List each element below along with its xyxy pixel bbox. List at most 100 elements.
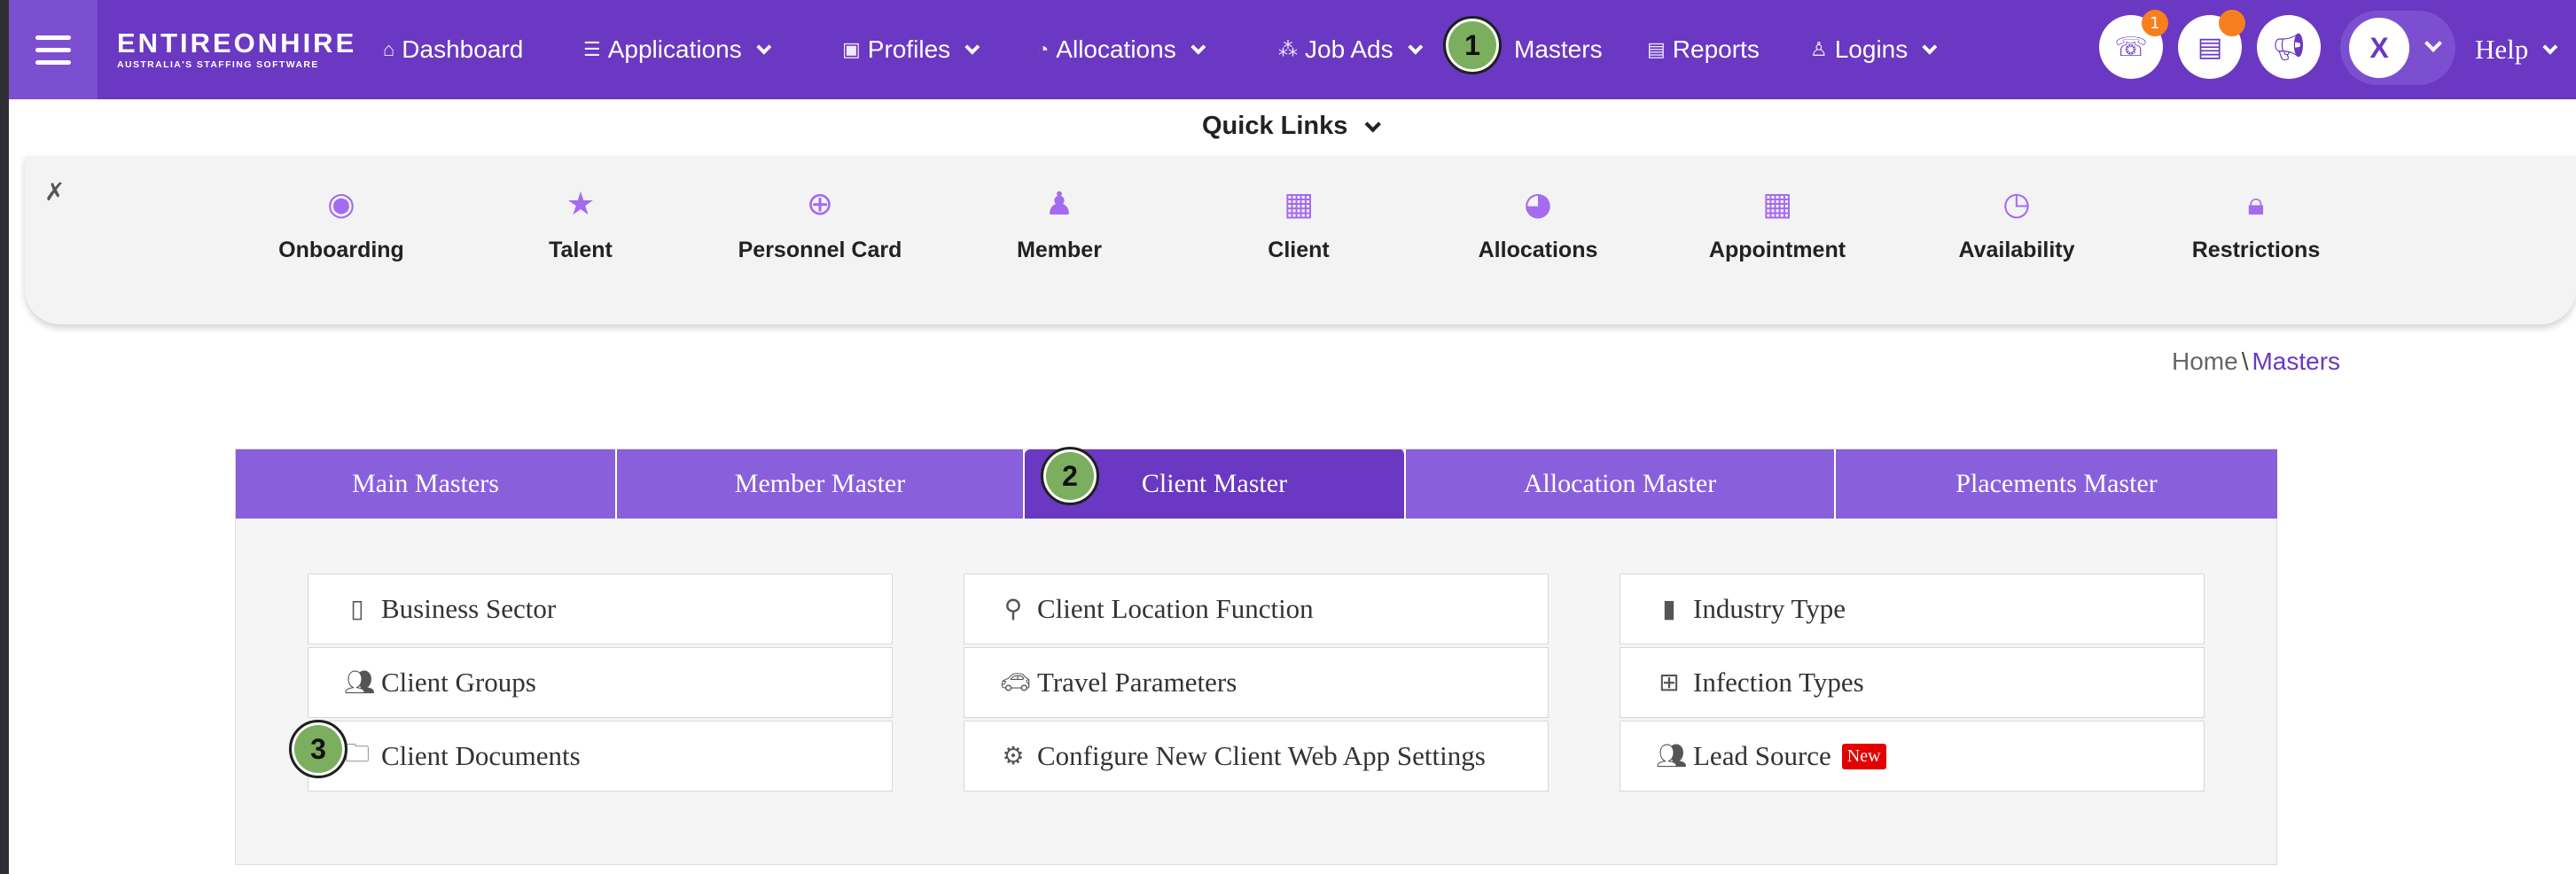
step-marker-2: 2 <box>1041 447 1099 505</box>
master-item-label: Infection Types <box>1693 667 1864 698</box>
quick-link-onboarding[interactable]: ◉ Onboarding <box>230 186 452 263</box>
master-item-label: Industry Type <box>1693 593 1846 624</box>
list-icon: ☰ <box>583 38 601 60</box>
quick-link-talent[interactable]: ★ Talent <box>470 186 691 263</box>
lock-icon: 🔒︎ <box>2247 186 2265 222</box>
breadcrumb-home[interactable]: Home <box>2172 347 2238 375</box>
network-icon: ⁂ <box>1278 38 1298 60</box>
new-badge: New <box>1841 743 1886 769</box>
notification-dot <box>2219 10 2245 36</box>
tab-allocation-master[interactable]: Allocation Master <box>1406 449 1836 519</box>
avatar: X <box>2349 18 2409 78</box>
app-logo[interactable]: ENTIREONHIRE AUSTRALIA'S STAFFING SOFTWA… <box>117 27 357 71</box>
user-icon: ♟ <box>1044 186 1074 222</box>
quick-link-member[interactable]: ♟ Member <box>948 186 1170 263</box>
master-business-sector[interactable]: ▯ Business Sector <box>308 574 893 644</box>
folder-icon: 🗀︎ <box>344 740 370 768</box>
quick-link-label: Allocations <box>1478 238 1598 262</box>
nav-reports-label: Reports <box>1672 35 1760 63</box>
chevron-down-icon <box>1364 116 1382 133</box>
quick-link-allocations[interactable]: ◕ Allocations <box>1427 186 1649 263</box>
megaphone-icon: 📢︎ <box>2271 31 2307 63</box>
master-lead-source[interactable]: 👥︎ Lead Source New <box>1620 721 2205 792</box>
quick-link-personnel-card[interactable]: ⊕ Personnel Card <box>709 186 931 263</box>
id-card-icon: ▣ <box>842 38 861 60</box>
quick-link-label: Member <box>1017 238 1102 262</box>
phone-list-icon: ☏ <box>2114 31 2148 63</box>
nav-masters[interactable]: Masters <box>1514 0 1603 99</box>
nav-logins-label: Logins <box>1834 35 1909 63</box>
breadcrumb: Home \ Masters <box>2172 347 2340 376</box>
building-icon: ▯ <box>350 596 364 623</box>
chevron-down-icon <box>2424 35 2442 52</box>
tab-member-master[interactable]: Member Master <box>617 449 1025 519</box>
quick-link-label: Client <box>1268 238 1330 262</box>
nav-profiles[interactable]: ▣ Profiles <box>842 0 980 99</box>
master-industry-type[interactable]: ▮ Industry Type <box>1620 574 2205 644</box>
breadcrumb-current: Masters <box>2252 347 2341 375</box>
master-configure-web-app[interactable]: ⚙ Configure New Client Web App Settings <box>964 721 1549 792</box>
document-icon: ▤ <box>1647 38 1666 60</box>
calls-button[interactable]: ☏ 1 <box>2099 10 2168 79</box>
master-client-documents[interactable]: 🗀︎ Client Documents <box>308 721 893 792</box>
nav-applications[interactable]: ☰ Applications <box>583 0 772 99</box>
pie-chart-icon: ◔ <box>1037 38 1050 60</box>
gear-icon: ⚙ <box>1002 743 1025 770</box>
tab-main-masters[interactable]: Main Masters <box>236 449 617 519</box>
master-item-label: Client Documents <box>381 740 581 771</box>
master-infection-types[interactable]: ⊞ Infection Types <box>1620 647 2205 718</box>
building-icon: ▦ <box>1283 186 1314 222</box>
nav-logins[interactable]: ♙ Logins <box>1810 0 1938 99</box>
nav-job-ads[interactable]: ⁂ Job Ads <box>1278 0 1423 99</box>
step-marker-1: 1 <box>1443 16 1502 74</box>
nav-help-label: Help <box>2475 34 2529 65</box>
pie-chart-icon: ◕ <box>1524 186 1552 222</box>
quick-link-label: Personnel Card <box>738 238 902 262</box>
hamburger-menu-icon[interactable] <box>9 0 98 99</box>
unpin-icon[interactable]: ✗ <box>44 177 73 209</box>
nav-masters-label: Masters <box>1514 35 1603 63</box>
master-item-label: Configure New Client Web App Settings <box>1037 740 1486 771</box>
master-item-label: Travel Parameters <box>1037 667 1237 698</box>
quick-link-appointment[interactable]: ▦ Appointment <box>1667 186 1888 263</box>
map-marker-icon: ⚲ <box>1003 596 1023 623</box>
user-circle-icon: ◉ <box>327 186 355 222</box>
quick-link-availability[interactable]: ◷ Availability <box>1906 186 2127 263</box>
quick-link-client[interactable]: ▦ Client <box>1188 186 1409 263</box>
users-icon: 👥︎ <box>344 669 376 697</box>
document-icon: ▤ <box>2197 31 2223 63</box>
home-icon: ⌂ <box>383 38 395 60</box>
masters-panel: Main Masters Member Master Client Master… <box>235 449 2277 865</box>
users-icon: 👥︎ <box>1656 743 1688 770</box>
quick-link-label: Appointment <box>1708 238 1846 262</box>
documents-button[interactable]: ▤ <box>2178 10 2245 79</box>
logo-tagline: AUSTRALIA'S STAFFING SOFTWARE <box>117 59 319 70</box>
calls-badge: 1 <box>2142 10 2168 36</box>
nav-help[interactable]: Help <box>2475 0 2558 99</box>
master-client-groups[interactable]: 👥︎ Client Groups <box>308 647 893 718</box>
nav-applications-label: Applications <box>607 35 742 63</box>
breadcrumb-separator: \ <box>2241 347 2249 375</box>
tab-placements-master[interactable]: Placements Master <box>1836 449 2277 519</box>
logo-brand: ENTIREONHIRE <box>117 27 357 59</box>
star-icon: ★ <box>566 186 596 222</box>
master-item-label: Business Sector <box>381 593 557 624</box>
quick-links-title: Quick Links <box>1202 112 1348 140</box>
master-client-location-function[interactable]: ⚲ Client Location Function <box>964 574 1549 644</box>
master-travel-parameters[interactable]: 🚗︎ Travel Parameters <box>964 647 1549 718</box>
nav-profiles-label: Profiles <box>867 35 951 63</box>
quick-links-toggle[interactable]: Quick Links <box>1202 112 1382 141</box>
quick-link-restrictions[interactable]: 🔒︎ Restrictions <box>2145 186 2367 263</box>
nav-reports[interactable]: ▤ Reports <box>1647 0 1760 99</box>
step-marker-3: 3 <box>289 720 347 778</box>
car-icon: 🚗︎ <box>1000 669 1032 697</box>
nav-dashboard[interactable]: ⌂ Dashboard <box>383 0 523 99</box>
building-icon: ▮ <box>1662 596 1676 623</box>
nav-allocations[interactable]: ◔ Allocations <box>1037 0 1206 99</box>
clock-icon: ◷ <box>2002 186 2031 222</box>
quick-link-label: Talent <box>549 238 613 262</box>
calendar-icon: ▦ <box>1761 186 1792 222</box>
nav-allocations-label: Allocations <box>1056 35 1176 63</box>
user-menu[interactable]: X <box>2340 11 2455 85</box>
announcements-button[interactable]: 📢︎ <box>2257 15 2321 79</box>
